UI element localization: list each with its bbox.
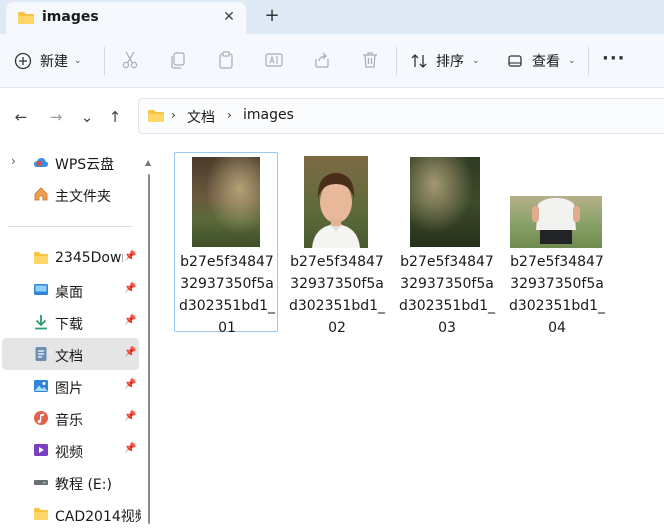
pin-icon: 📌 (124, 283, 137, 294)
address-bar[interactable]: › 文档 › images (138, 98, 664, 134)
image-thumbnail (192, 157, 260, 247)
desktop-icon (34, 284, 48, 295)
sidebar-item-label: WPS云盘 (55, 157, 115, 173)
scrollbar-thumb[interactable] (148, 174, 150, 524)
pictures-icon (34, 380, 48, 392)
pin-icon: 📌 (124, 315, 137, 326)
image-thumbnail (510, 196, 602, 248)
sidebar-item-home[interactable]: 主文件夹 (0, 178, 140, 210)
folder-icon (148, 110, 164, 122)
sidebar-item-downloads[interactable]: 下载 📌 (0, 306, 140, 338)
command-bar: 新建 ⌄ 排序 ⌄ 查看 ⌄ ··· (0, 34, 664, 88)
title-tab-bar: images ✕ + (0, 0, 664, 34)
new-button-label: 新建 (40, 54, 68, 70)
sort-button[interactable]: 排序 ⌄ (410, 49, 480, 73)
back-button[interactable]: ← (10, 106, 32, 128)
view-button-label: 查看 (532, 54, 560, 70)
cloud-icon (34, 158, 48, 167)
toolbar-divider (104, 47, 105, 75)
paste-icon[interactable] (216, 50, 236, 70)
breadcrumb-item-images[interactable]: images (243, 107, 294, 123)
file-name: b27e5f34847 32937350f5a d302351bd1_ 04 (508, 254, 605, 336)
tab-images[interactable]: images ✕ (6, 2, 246, 34)
folder-icon (34, 252, 48, 264)
document-icon (35, 347, 47, 361)
file-item[interactable]: b27e5f34847 32937350f5a d302351bd1_ 01 (174, 152, 278, 336)
chevron-down-icon: ⌄ (74, 56, 82, 66)
sidebar-item-label: 文档 (55, 349, 83, 365)
video-icon (34, 444, 48, 456)
download-icon (35, 315, 47, 330)
sidebar-item-pictures[interactable]: 图片 📌 (0, 370, 140, 402)
sort-icon (411, 54, 427, 68)
sidebar-item-music[interactable]: 音乐 📌 (0, 402, 140, 434)
cut-icon[interactable] (120, 50, 140, 70)
file-item[interactable]: b27e5f34847 32937350f5a d302351bd1_ 03 (394, 152, 498, 336)
breadcrumb-separator[interactable]: › (227, 108, 232, 122)
sidebar-item-label: 2345Downloads (55, 250, 123, 266)
breadcrumb-separator[interactable]: › (171, 108, 176, 122)
sidebar-item-label: 桌面 (55, 285, 83, 301)
sidebar-item-label: 音乐 (55, 413, 83, 429)
music-icon (34, 411, 48, 425)
rename-icon[interactable] (264, 50, 284, 70)
file-item[interactable]: b27e5f34847 32937350f5a d302351bd1_ 02 (284, 152, 388, 336)
chevron-down-icon: ⌄ (472, 56, 480, 66)
copy-icon[interactable] (168, 50, 188, 70)
home-icon (34, 187, 48, 201)
sidebar-item-2345downloads[interactable]: 2345Downloads 📌 (0, 242, 140, 274)
breadcrumb-item-documents[interactable]: 文档 (187, 107, 215, 127)
sidebar-scrollbar[interactable]: ▲ (144, 158, 154, 530)
image-thumbnail (304, 156, 368, 248)
sidebar-item-desktop[interactable]: 桌面 📌 (0, 274, 140, 306)
new-button[interactable]: 新建 ⌄ (14, 49, 82, 73)
sidebar-item-label: 主文件夹 (55, 189, 111, 205)
scroll-up-arrow-icon[interactable]: ▲ (145, 158, 151, 167)
pin-icon: 📌 (124, 443, 137, 454)
recent-locations-button[interactable]: ⌄ (76, 106, 98, 128)
folder-icon (18, 12, 34, 24)
sidebar-item-wps-cloud[interactable]: › WPS云盘 (0, 146, 140, 178)
file-item[interactable]: b27e5f34847 32937350f5a d302351bd1_ 04 (504, 152, 608, 336)
pin-icon: 📌 (124, 251, 137, 262)
sidebar-item-cad2014[interactable]: CAD2014视频 (0, 498, 141, 530)
folder-icon (34, 508, 48, 520)
plus-icon (14, 52, 32, 70)
navigation-bar: ← → ⌄ ↑ › 文档 › images (0, 88, 664, 144)
delete-icon[interactable] (360, 50, 380, 70)
file-name: b27e5f34847 32937350f5a d302351bd1_ 03 (398, 254, 495, 336)
new-tab-button[interactable]: + (262, 6, 282, 26)
pin-icon: 📌 (124, 411, 137, 422)
pin-icon: 📌 (124, 347, 137, 358)
sidebar-divider (8, 226, 132, 227)
sidebar-item-drive-e[interactable]: 教程 (E:) (0, 466, 140, 498)
close-tab-icon[interactable]: ✕ (220, 8, 238, 26)
tab-title: images (42, 9, 99, 25)
file-list-view: b27e5f34847 32937350f5a d302351bd1_ 01 b27e… (154, 144, 664, 530)
sidebar-item-label: CAD2014视频 (55, 509, 141, 525)
sidebar-item-label: 图片 (55, 381, 83, 397)
toolbar-divider (588, 47, 589, 75)
file-name: b27e5f34847 32937350f5a d302351bd1_ 01 (178, 254, 275, 336)
toolbar-divider (396, 47, 397, 75)
more-options-button[interactable]: ··· (602, 48, 626, 69)
up-button[interactable]: ↑ (104, 106, 126, 128)
sidebar-item-label: 教程 (E:) (55, 477, 112, 493)
sidebar-item-documents[interactable]: 文档 📌 (2, 338, 139, 370)
sidebar-item-label: 视频 (55, 445, 83, 461)
chevron-down-icon: ⌄ (568, 56, 576, 66)
view-button[interactable]: 查看 ⌄ (506, 49, 576, 73)
image-thumbnail (410, 157, 480, 247)
sidebar-item-videos[interactable]: 视频 📌 (0, 434, 140, 466)
drive-icon (34, 480, 48, 485)
sort-button-label: 排序 (436, 54, 464, 70)
view-icon (508, 55, 522, 67)
pin-icon: 📌 (124, 379, 137, 390)
forward-button[interactable]: → (45, 106, 67, 128)
file-name: b27e5f34847 32937350f5a d302351bd1_ 02 (288, 254, 385, 336)
chevron-right-icon[interactable]: › (11, 154, 16, 168)
sidebar-item-label: 下载 (55, 317, 83, 333)
navigation-pane: › WPS云盘 主文件夹 2345Downloads 📌 桌面 📌 (0, 144, 154, 530)
share-icon[interactable] (312, 50, 332, 70)
